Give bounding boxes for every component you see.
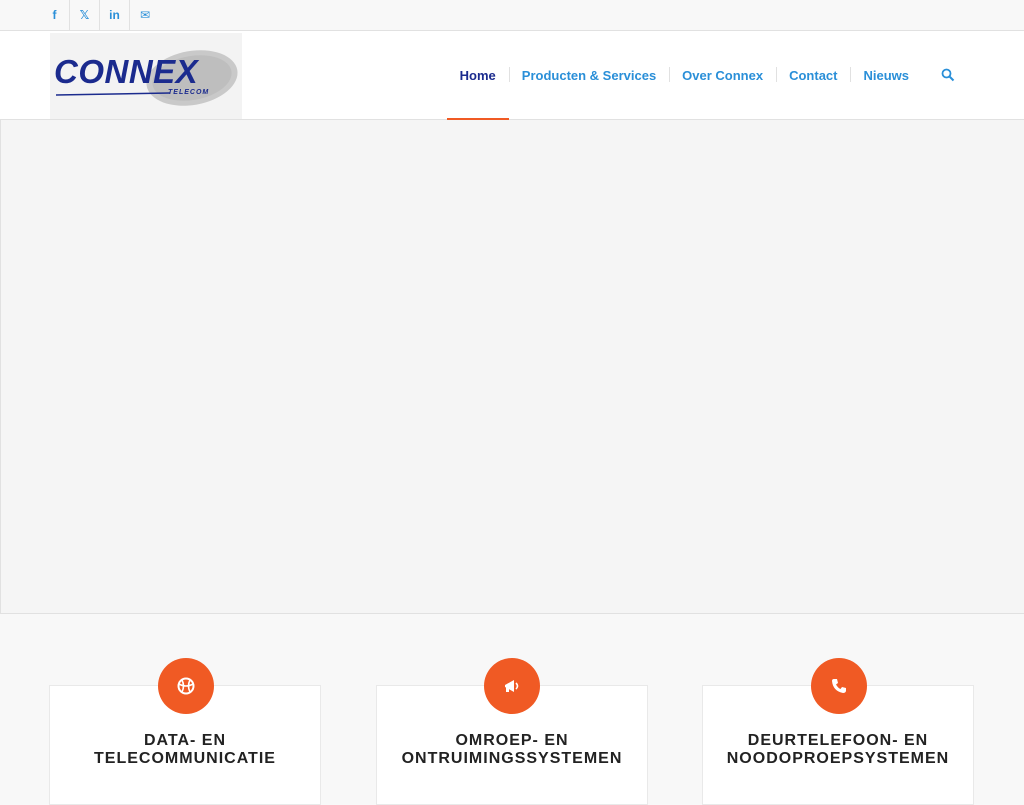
- services-section: DATA- EN TELECOMMUNICATIE OMROEP- EN ONT…: [0, 615, 1024, 805]
- mail-icon[interactable]: ✉: [130, 0, 160, 30]
- main-navigation: Home Producten & Services Over Connex Co…: [446, 31, 974, 120]
- search-icon: [941, 68, 955, 82]
- phone-icon: [812, 659, 866, 713]
- top-social-bar: f 𝕏 in ✉: [0, 0, 1024, 31]
- facebook-icon[interactable]: f: [40, 0, 70, 30]
- social-links: f 𝕏 in ✉: [40, 0, 160, 30]
- site-logo[interactable]: CONNEX TELECOM: [50, 33, 242, 119]
- hero-slider: [0, 120, 1024, 614]
- service-title: DEURTELEFOON- EN NOODOPROEPSYSTEMEN: [726, 732, 950, 767]
- search-button[interactable]: [922, 31, 974, 119]
- nav-item-home[interactable]: Home: [446, 31, 509, 120]
- x-twitter-icon[interactable]: 𝕏: [70, 0, 100, 30]
- nav-item-products[interactable]: Producten & Services: [508, 31, 669, 119]
- nav-item-contact[interactable]: Contact: [776, 31, 850, 119]
- globe-icon: [159, 659, 213, 713]
- nav-item-news[interactable]: Nieuws: [850, 31, 922, 119]
- megaphone-icon: [485, 659, 539, 713]
- site-header: CONNEX TELECOM Home Producten & Services…: [0, 31, 1024, 120]
- service-title: DATA- EN TELECOMMUNICATIE: [94, 732, 276, 767]
- logo-name: CONNEX: [54, 53, 199, 90]
- nav-item-about[interactable]: Over Connex: [669, 31, 776, 119]
- service-title: OMROEP- EN ONTRUIMINGSSYSTEMEN: [401, 732, 623, 767]
- linkedin-icon[interactable]: in: [100, 0, 130, 30]
- logo-subtitle: TELECOM: [168, 89, 210, 96]
